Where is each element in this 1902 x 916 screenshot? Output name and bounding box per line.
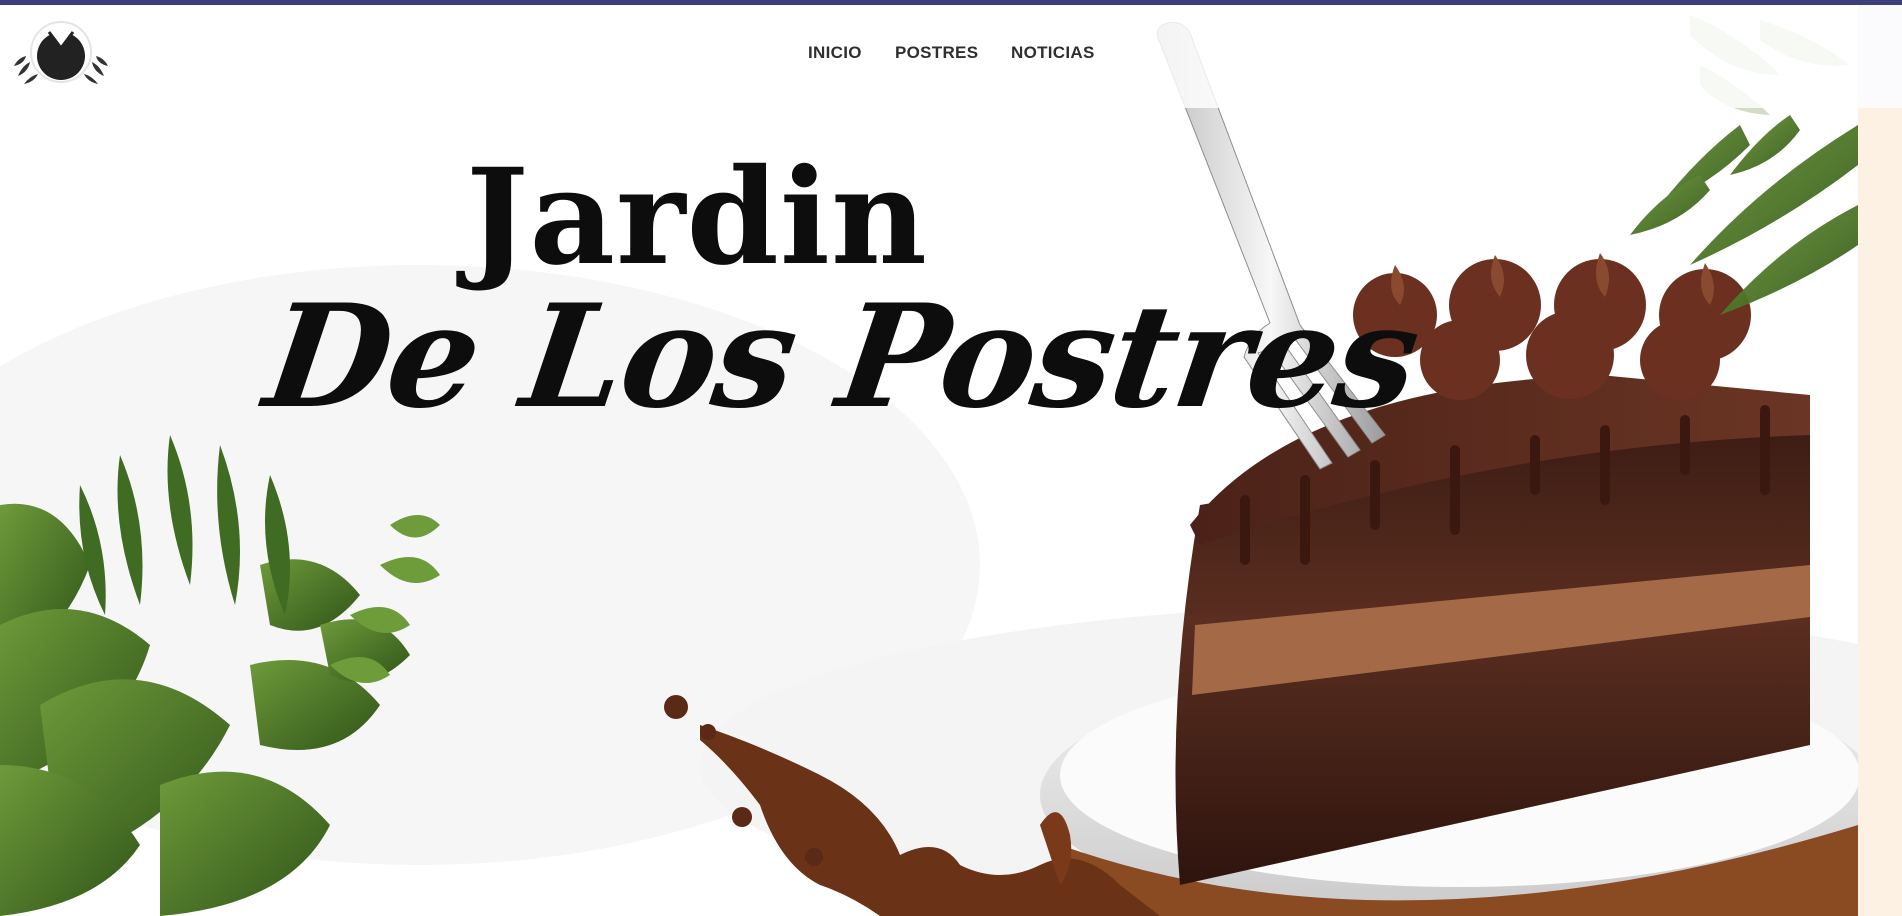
hero-illustration <box>0 15 1858 916</box>
right-edge-strip <box>1858 108 1902 916</box>
nav-item-inicio[interactable]: INICIO <box>808 43 862 63</box>
site-header: INICIO POSTRES NOTICIAS <box>0 5 1858 108</box>
right-edge-strip-top <box>1858 5 1902 108</box>
hero-title-line-1: Jardin <box>466 140 928 295</box>
main-nav: INICIO POSTRES NOTICIAS <box>0 43 1858 69</box>
nav-item-postres[interactable]: POSTRES <box>895 43 978 63</box>
hero-section <box>0 5 1858 916</box>
nav-item-noticias[interactable]: NOTICIAS <box>1011 43 1095 63</box>
hero-title-line-2: De Los Postres <box>256 274 1427 440</box>
